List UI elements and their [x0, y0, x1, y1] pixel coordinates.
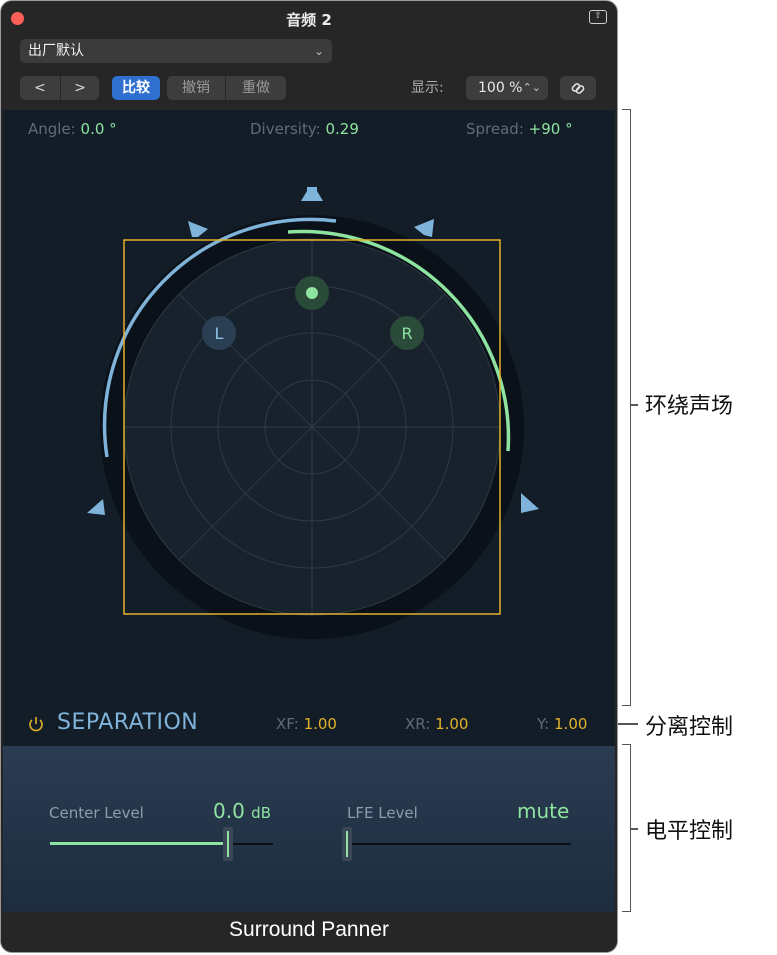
diversity-label: Diversity: — [250, 120, 321, 138]
undo-button[interactable]: 撤销 — [167, 76, 225, 100]
xr-param[interactable]: XR: 1.00 — [405, 715, 468, 733]
xf-label: XF: — [276, 715, 299, 733]
xf-param[interactable]: XF: 1.00 — [276, 715, 337, 733]
surround-callout: 环绕声场 — [645, 394, 734, 419]
power-icon[interactable] — [27, 715, 45, 733]
previous-preset-button[interactable]: < — [20, 76, 60, 100]
surround-bracket — [622, 109, 631, 706]
left-surround-speaker-icon — [87, 499, 105, 515]
diversity-param[interactable]: Diversity: 0.29 — [250, 120, 359, 138]
y-label: Y: — [537, 715, 550, 733]
center-speaker-icon — [301, 187, 323, 201]
right-speaker-icon — [414, 219, 434, 237]
lfe-level-thumb[interactable] — [342, 827, 352, 861]
link-button[interactable] — [560, 76, 596, 100]
surround-field[interactable]: L R — [1, 141, 618, 701]
stepper-icon: ⌃⌄ — [522, 81, 541, 94]
chevron-down-icon: ⌄ — [313, 44, 324, 58]
angle-label: Angle: — [28, 120, 76, 138]
level-bracket-tick — [630, 828, 638, 830]
separation-title: SEPARATION — [57, 710, 199, 735]
angle-value[interactable]: 0.0 ° — [81, 120, 117, 138]
level-controls — [3, 746, 615, 912]
xr-value[interactable]: 1.00 — [435, 715, 468, 733]
right-channel-label: R — [401, 324, 412, 343]
spread-label: Spread: — [466, 120, 524, 138]
share-icon[interactable]: ⇧ — [589, 10, 607, 24]
right-surround-speaker-icon — [521, 493, 539, 513]
link-icon — [571, 83, 585, 94]
separation-tick — [618, 723, 638, 725]
separation-callout: 分离控制 — [645, 715, 734, 740]
center-level-label: Center Level — [49, 804, 144, 822]
title-bar: 音频 2 ⇧ — [1, 1, 617, 35]
lfe-level-label: LFE Level — [347, 804, 418, 822]
center-level-unit: dB — [251, 804, 271, 822]
level-callout: 电平控制 — [645, 819, 734, 844]
spread-value[interactable]: +90 ° — [529, 120, 573, 138]
center-level-thumb[interactable] — [223, 827, 234, 861]
left-channel-label: L — [215, 324, 224, 343]
center-level-number: 0.0 — [213, 799, 245, 823]
zoom-select[interactable]: 100 % ⌃⌄ — [466, 76, 548, 100]
lfe-level-track[interactable] — [344, 843, 571, 845]
redo-button[interactable]: 重做 — [226, 76, 286, 100]
left-speaker-icon — [188, 221, 208, 237]
next-preset-button[interactable]: > — [61, 76, 99, 100]
y-param[interactable]: Y: 1.00 — [537, 715, 587, 733]
window-title: 音频 2 — [286, 11, 332, 29]
display-label: 显示: — [411, 80, 444, 96]
diversity-value[interactable]: 0.29 — [325, 120, 358, 138]
center-level-fill — [50, 842, 229, 845]
pan-puck[interactable] — [306, 287, 318, 299]
center-level-value[interactable]: 0.0 dB — [213, 799, 271, 823]
xf-value[interactable]: 1.00 — [304, 715, 337, 733]
preset-value: 出厂默认 — [28, 43, 84, 59]
xr-label: XR: — [405, 715, 431, 733]
plugin-window: 音频 2 ⇧ 出厂默认 ⌄ < > 比较 撤销 重做 显示: 100 % ⌃⌄ … — [0, 0, 618, 953]
lfe-level-value[interactable]: mute — [517, 799, 569, 823]
preset-dropdown[interactable]: 出厂默认 ⌄ — [20, 39, 332, 63]
angle-param[interactable]: Angle: 0.0 ° — [28, 120, 117, 138]
zoom-value: 100 % — [478, 80, 523, 96]
spread-param[interactable]: Spread: +90 ° — [466, 120, 573, 138]
compare-button[interactable]: 比较 — [112, 76, 160, 100]
y-value[interactable]: 1.00 — [554, 715, 587, 733]
footer-caption: Surround Panner — [1, 912, 617, 952]
surround-bracket-tick — [630, 404, 638, 406]
